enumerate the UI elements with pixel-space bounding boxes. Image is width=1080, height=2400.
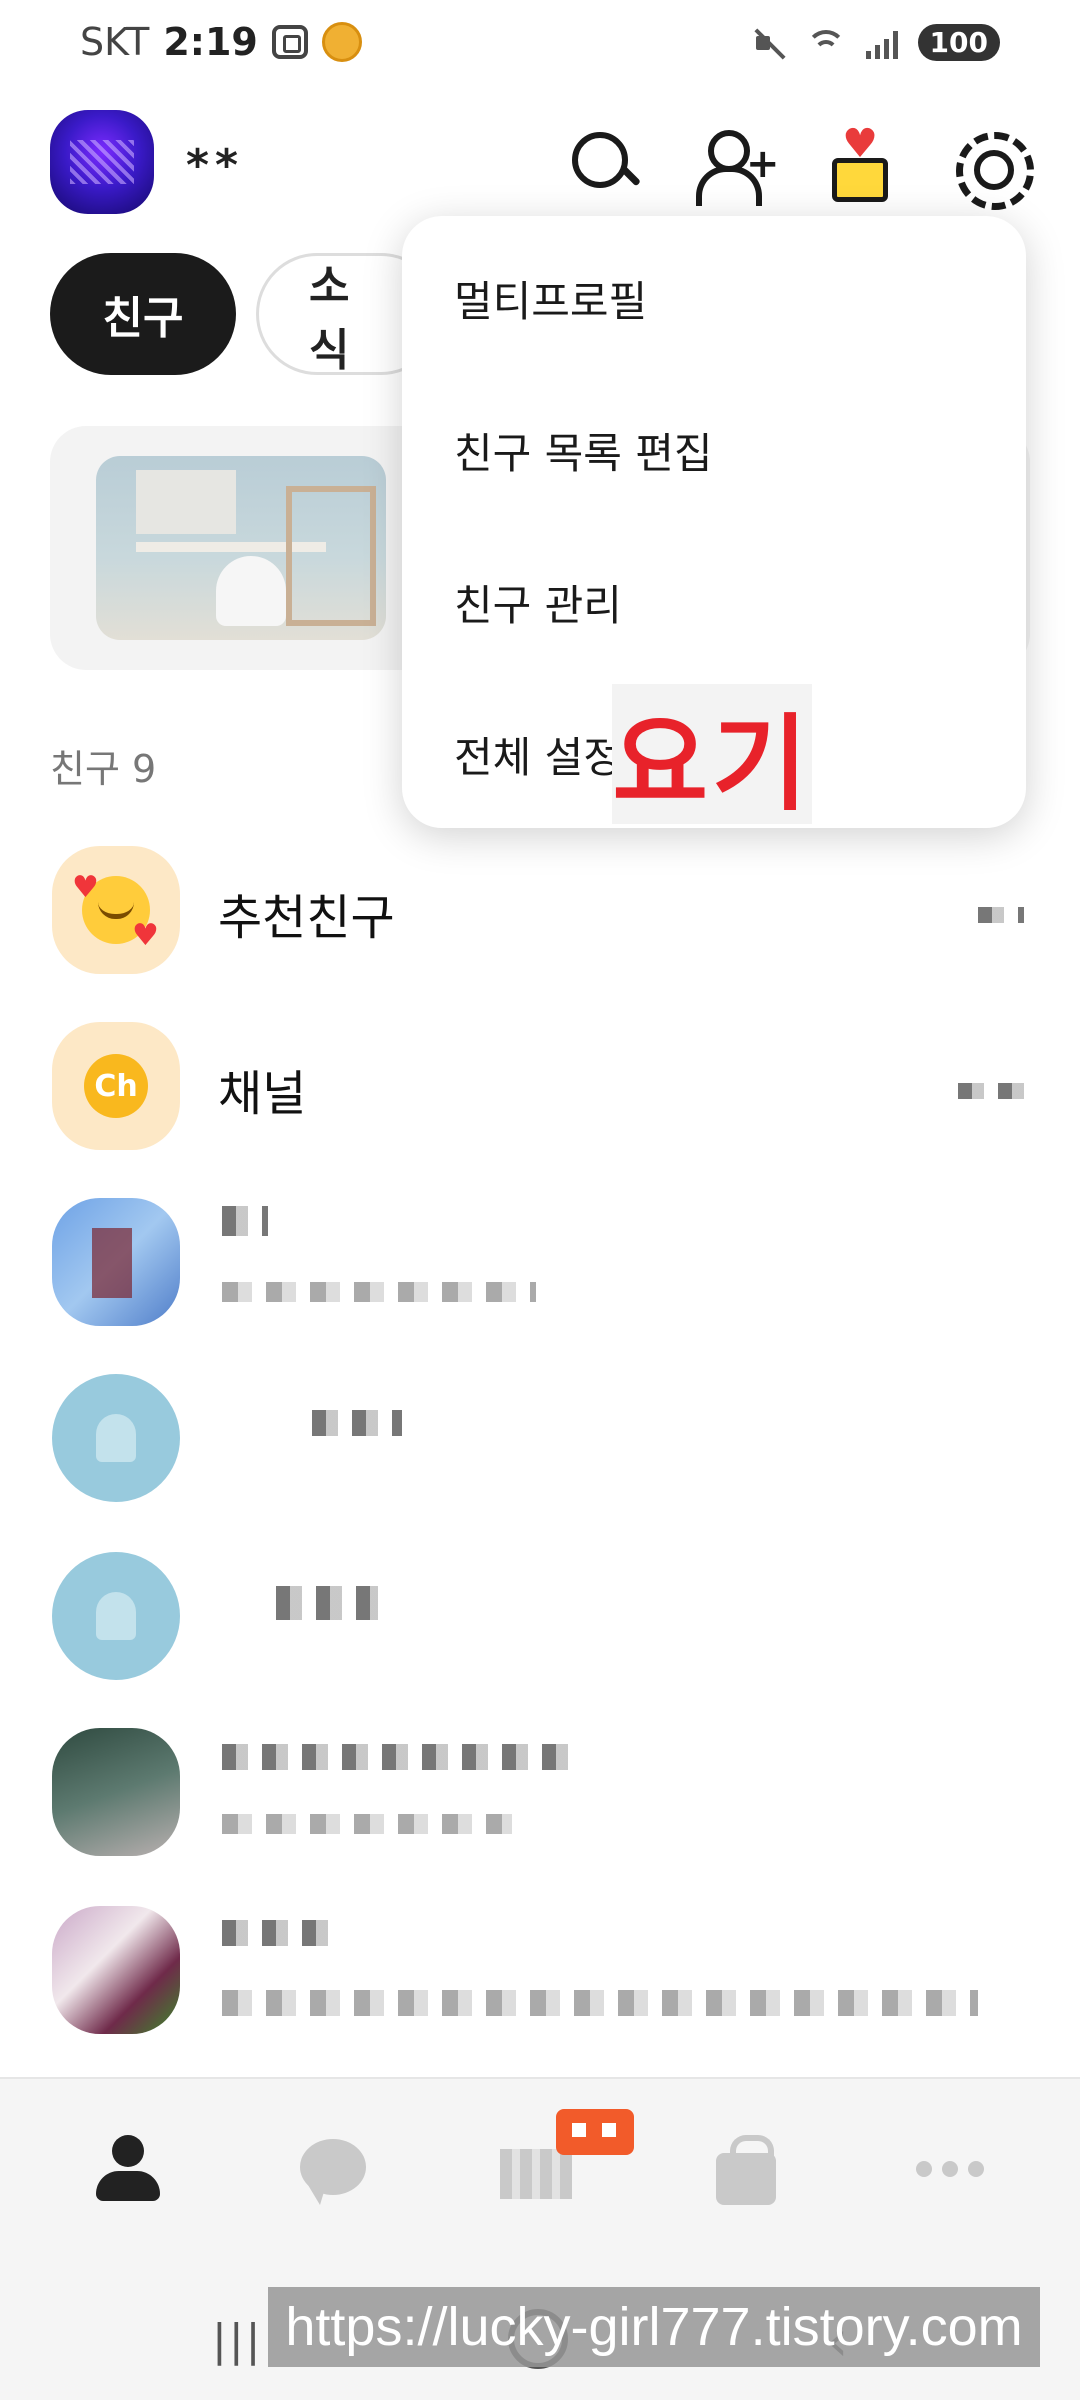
carrier-label: SKT <box>80 20 150 64</box>
app-header: ** + ♥ <box>0 110 1080 220</box>
settings-gear-icon[interactable] <box>950 126 1034 210</box>
nav-more-icon[interactable] <box>910 2129 990 2209</box>
friend-row[interactable] <box>0 1536 1080 1686</box>
friend-avatar <box>52 1198 180 1326</box>
app-notification-icon <box>321 22 362 62</box>
redacted-status <box>222 1990 978 2016</box>
annotation-label: 요기 <box>612 684 812 825</box>
battery-indicator: 100 <box>917 24 1000 61</box>
add-friend-icon[interactable]: + <box>694 126 780 206</box>
nav-chat-icon[interactable] <box>294 2129 374 2209</box>
recent-apps-button[interactable]: ||| <box>212 2315 262 2366</box>
status-right: 100 <box>752 24 1000 61</box>
redacted-status <box>222 1814 512 1834</box>
watermark: https://lucky-girl777.tistory.com <box>268 2287 1040 2367</box>
list-item-count <box>958 1076 1024 1106</box>
menu-item-manage-friends[interactable]: 친구 관리 <box>454 572 622 633</box>
redacted-status <box>222 1282 536 1302</box>
recommended-friends-icon: ♥ ♥ <box>52 846 180 974</box>
channel-icon: Ch <box>52 1022 180 1150</box>
redacted-name <box>276 1586 378 1620</box>
status-bar: SKT 2:19 100 <box>0 0 1080 95</box>
wifi-icon <box>805 26 846 60</box>
list-item-count <box>978 900 1024 930</box>
redacted-name <box>222 1206 268 1236</box>
menu-item-edit-friend-list[interactable]: 친구 목록 편집 <box>454 420 713 481</box>
clock-time: 2:19 <box>163 20 258 64</box>
friend-row[interactable] <box>0 1358 1080 1508</box>
friend-avatar <box>52 1728 180 1856</box>
friend-row[interactable] <box>0 1182 1080 1332</box>
menu-item-multi-profile[interactable]: 멀티프로필 <box>454 268 647 329</box>
friend-avatar <box>52 1906 180 2034</box>
my-profile-name[interactable]: ** <box>186 140 244 191</box>
nav-notification-badge <box>556 2109 634 2155</box>
redacted-name <box>222 1920 342 1946</box>
list-item-label: 채널 <box>218 1066 307 1122</box>
friend-avatar <box>52 1552 180 1680</box>
redacted-name <box>222 1744 568 1770</box>
redacted-name <box>312 1410 402 1436</box>
gift-icon[interactable]: ♥ <box>822 124 898 202</box>
search-icon[interactable] <box>566 126 642 202</box>
nav-friends-icon[interactable] <box>88 2129 168 2209</box>
friend-row[interactable] <box>0 1890 1080 2040</box>
menu-item-all-settings[interactable]: 전체 설정 <box>454 724 622 785</box>
list-item-label: 추천친구 <box>218 890 395 946</box>
nav-shopping-icon[interactable] <box>706 2129 786 2209</box>
my-profile-avatar[interactable] <box>50 110 154 214</box>
friend-row[interactable] <box>0 1712 1080 1862</box>
screenshot-icon <box>271 25 308 59</box>
friend-avatar <box>52 1374 180 1502</box>
list-item-recommended[interactable]: ♥ ♥ 추천친구 <box>0 830 1080 980</box>
channel-badge: Ch <box>84 1054 148 1118</box>
banner-image <box>96 456 386 640</box>
friends-count-label: 친구 9 <box>50 747 157 791</box>
top-tabs: 친구 소식 <box>50 253 442 376</box>
signal-icon <box>865 27 898 59</box>
bottom-navigation <box>0 2077 1080 2257</box>
mute-icon <box>752 26 786 60</box>
status-left: SKT 2:19 <box>80 20 362 64</box>
list-item-channel[interactable]: Ch 채널 <box>0 1006 1080 1156</box>
tab-friends[interactable]: 친구 <box>50 253 236 375</box>
